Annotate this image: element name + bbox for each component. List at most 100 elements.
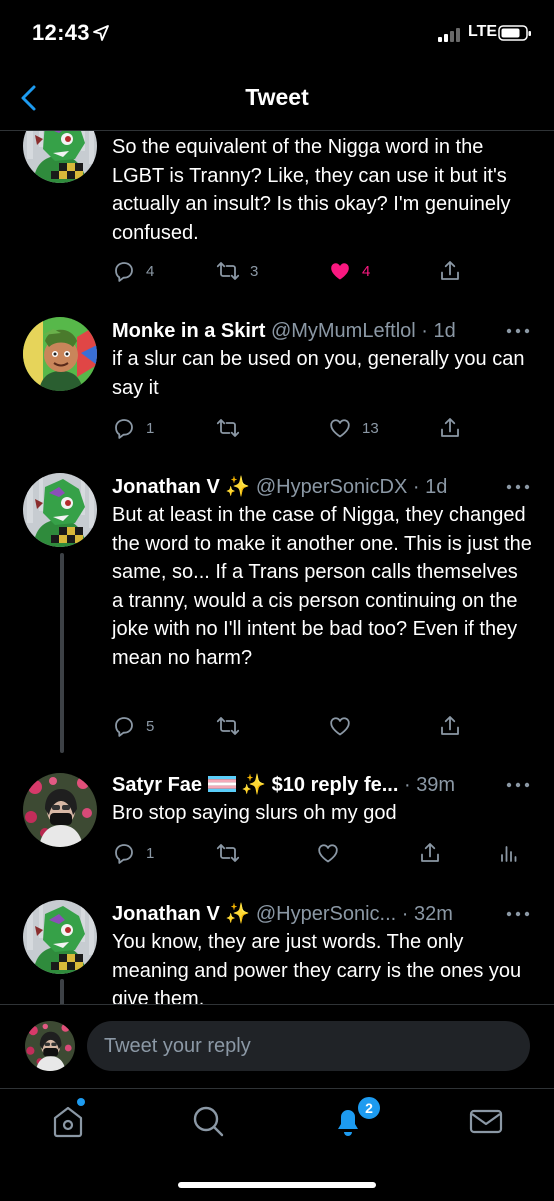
display-name[interactable]: Monke in a Skirt [112,320,265,342]
tweet-text: Bro stop saying slurs oh my god [112,802,397,824]
tweet-text: But at least in the case of Nigga, they … [112,504,532,669]
avatar[interactable] [23,773,97,847]
more-options-icon[interactable] [504,906,532,922]
reply-button[interactable]: 1 [112,839,154,867]
reply-icon [112,714,136,738]
timestamp: 39m [416,774,456,796]
sparkles-emoji: ✨ [241,774,267,796]
status-bar: 12:43 LTE [0,0,554,66]
display-name[interactable]: Jonathan V [112,903,220,925]
reply-count: 1 [146,844,155,862]
display-name[interactable]: Jonathan V [112,476,220,498]
trans-flag-icon [207,776,236,792]
retweet-icon [216,416,240,440]
messages-envelope-icon[interactable] [468,1103,504,1139]
share-icon [438,416,462,440]
share-icon [418,841,442,865]
heart-icon [328,416,352,440]
status-time: 12:43 [32,20,90,45]
tweet-actions: 1 13 [112,414,532,442]
retweet-button[interactable]: 3 [216,257,258,285]
like-count: 13 [362,419,379,437]
home-unread-dot [77,1098,85,1106]
like-button[interactable]: 13 [328,414,379,442]
reply-icon [112,416,136,440]
tweet-header: Monke in a Skirt @MyMumLeftlol · 1d [112,320,456,342]
avatar[interactable] [23,900,97,974]
avatar[interactable] [23,131,97,183]
tweet[interactable]: Jonathan V ✨ @HyperSonicDX · 1d But at l… [0,473,554,753]
reply-button[interactable]: 5 [112,712,154,740]
reply-button[interactable]: 1 [112,414,154,442]
page-title: Tweet [245,84,309,110]
user-handle[interactable]: @MyMumLeftlol [271,320,416,342]
heart-filled-icon [328,259,352,283]
tweet-text: You know, they are just words. The only … [112,931,522,1004]
reply-count: 5 [146,717,155,735]
tweet[interactable]: Jonathan V ✨ @HyperSonic... · 32m You kn… [0,900,554,1004]
nav-header: Tweet [0,66,554,131]
timestamp: 1d [433,320,456,342]
retweet-button[interactable] [216,414,240,442]
retweet-button[interactable] [216,712,240,740]
retweet-button[interactable] [216,839,240,867]
tweet[interactable]: Monke in a Skirt @MyMumLeftlol · 1d if a… [0,317,554,471]
like-button[interactable] [328,712,352,740]
sparkles-emoji: ✨ [225,476,251,498]
location-arrow-icon [93,25,109,41]
user-handle[interactable]: @HyperSonicDX [256,476,407,498]
heart-icon [328,714,352,738]
retweet-icon [216,714,240,738]
reply-icon [112,259,136,283]
like-button[interactable]: 4 [328,257,370,285]
tweet-thread[interactable]: So the equivalent of the Nigga word in t… [0,131,554,1004]
share-button[interactable] [438,712,462,740]
reply-count: 4 [146,262,155,280]
reply-count: 1 [146,419,155,437]
share-button[interactable] [418,839,442,867]
retweet-icon [216,841,240,865]
share-icon [438,259,462,283]
search-icon[interactable] [190,1103,226,1139]
tweet-actions: 1 [112,839,532,867]
tweet-header: Jonathan V ✨ @HyperSonicDX · 1d [112,476,448,498]
display-name-suffix[interactable]: $10 reply fe... [272,774,399,796]
share-button[interactable] [438,257,462,285]
display-name[interactable]: Satyr Fae [112,774,202,796]
home-icon[interactable] [50,1103,86,1139]
tweet[interactable]: So the equivalent of the Nigga word in t… [0,131,554,303]
more-options-icon[interactable] [504,323,532,339]
more-options-icon[interactable] [504,777,532,793]
user-handle[interactable]: @HyperSonic... [256,903,396,925]
home-indicator [178,1182,376,1188]
sparkles-emoji: ✨ [225,903,251,925]
retweet-count: 3 [250,262,259,280]
tweet-header: Satyr Fae ✨ $10 reply fe... · 39m [112,774,456,796]
share-icon [438,714,462,738]
network-type: LTE [468,23,498,40]
analytics-button[interactable] [496,839,520,867]
avatar[interactable] [23,317,97,391]
avatar[interactable] [23,473,97,547]
battery-icon [498,25,531,41]
tab-bar: 2 [0,1088,554,1201]
retweet-icon [216,259,240,283]
tweet[interactable]: Satyr Fae ✨ $10 reply fe... · 39m Bro st… [0,771,554,881]
tweet-text: So the equivalent of the Nigga word in t… [112,136,511,244]
analytics-icon [496,841,520,865]
reply-composer: Tweet your reply [0,1004,554,1089]
heart-icon [316,841,340,865]
notifications-badge: 2 [356,1095,382,1121]
more-options-icon[interactable] [504,479,532,495]
tweet-actions: 5 [112,712,532,740]
tweet-actions: 4 3 4 [112,257,532,285]
share-button[interactable] [438,414,462,442]
timestamp: 32m [413,903,453,925]
timestamp: 1d [425,476,448,498]
reply-input[interactable]: Tweet your reply [87,1021,530,1071]
reply-button[interactable]: 4 [112,257,154,285]
like-button[interactable] [316,839,340,867]
reply-icon [112,841,136,865]
tweet-header: Jonathan V ✨ @HyperSonic... · 32m [112,903,453,925]
user-avatar[interactable] [25,1021,75,1071]
